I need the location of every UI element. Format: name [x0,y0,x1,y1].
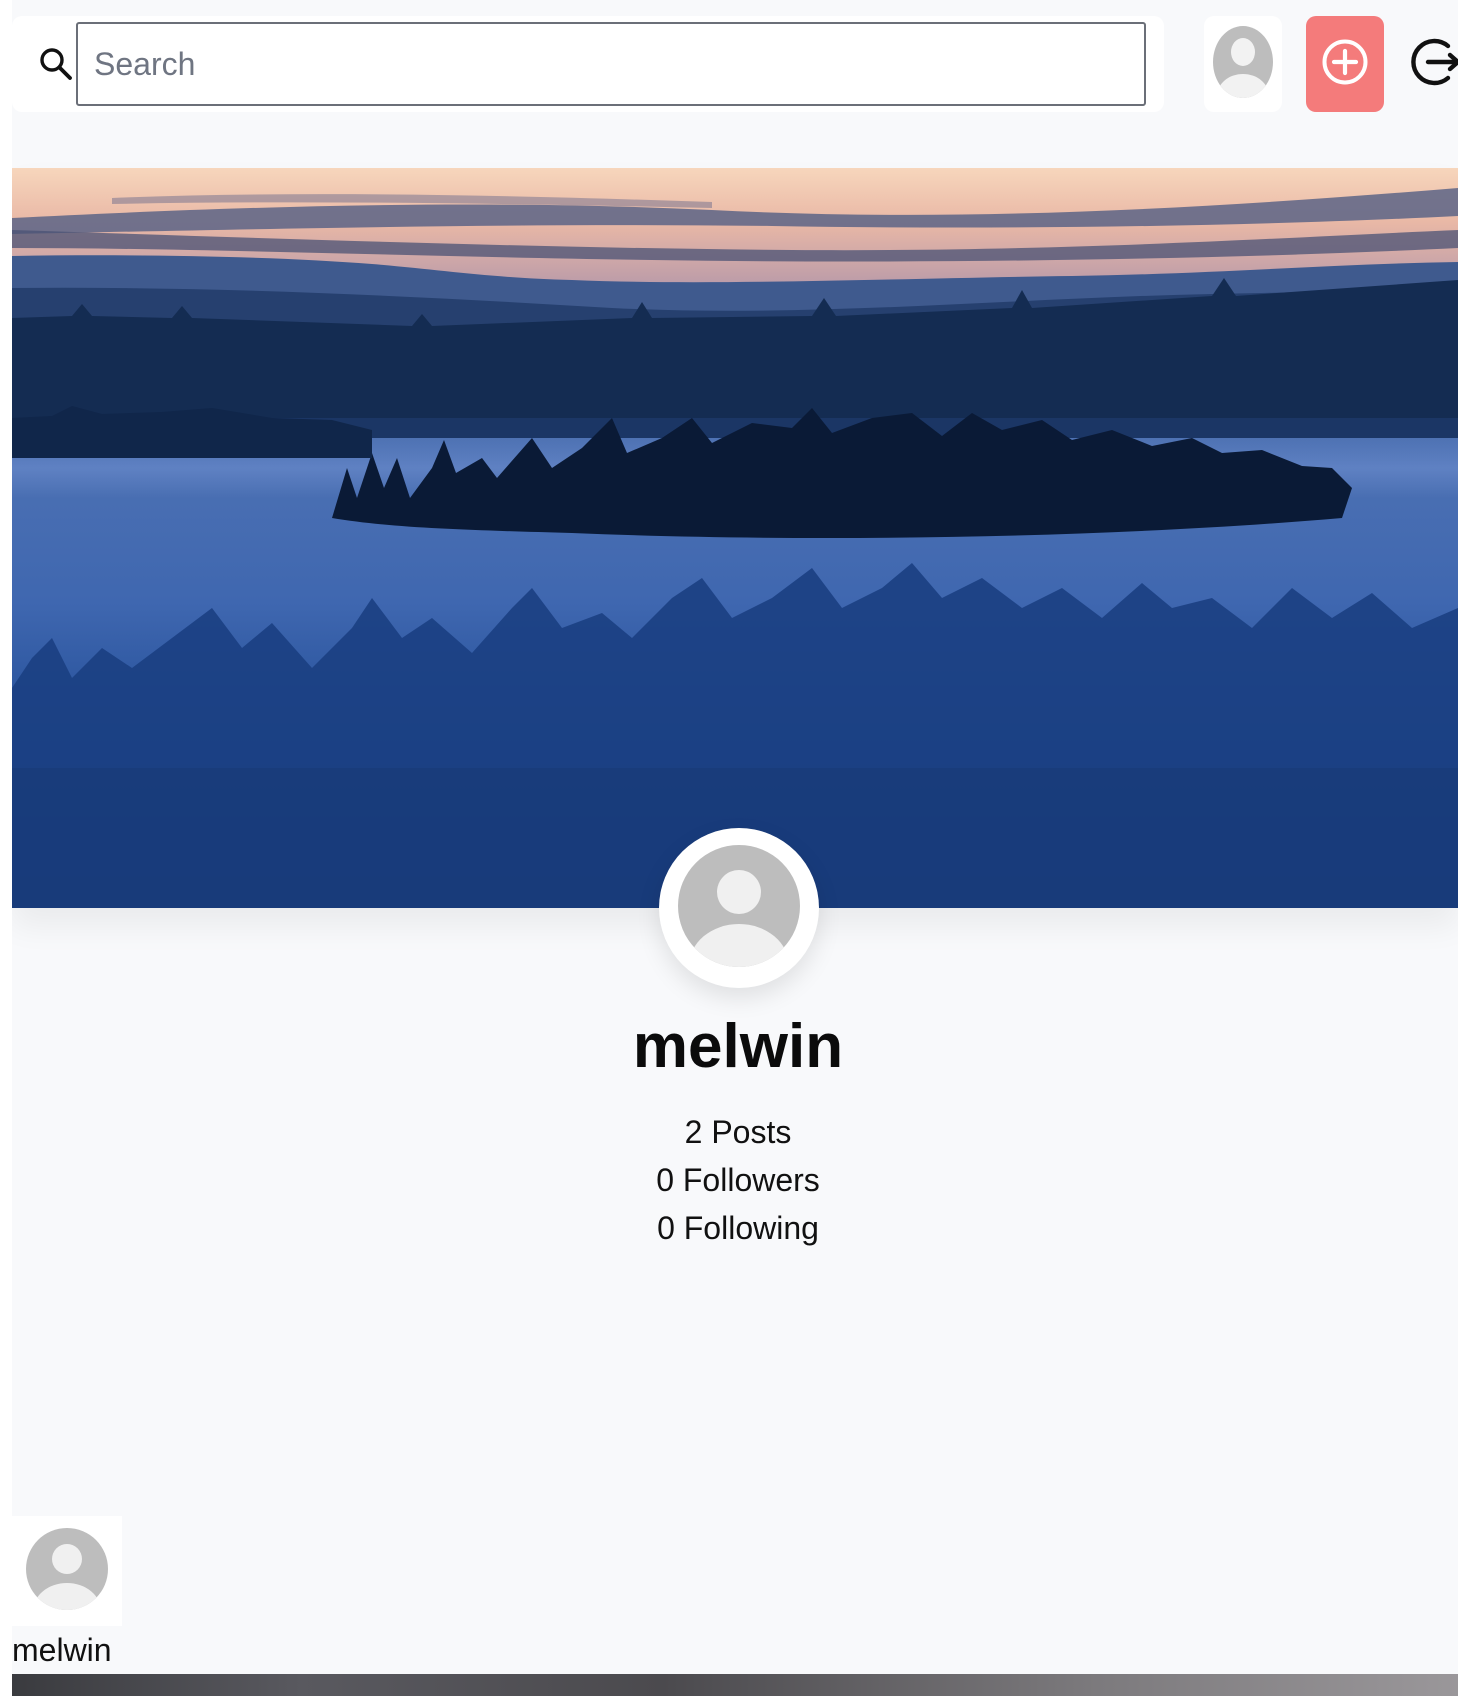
search-icon[interactable] [38,46,74,82]
profile-page: melwin 2 Posts 0 Followers 0 Following m… [12,0,1458,1696]
cover-photo [12,168,1458,908]
following-count[interactable]: 0 Following [12,1208,1458,1248]
search-input[interactable] [76,22,1146,106]
followers-count[interactable]: 0 Followers [12,1160,1458,1200]
user-avatar-icon [25,1527,109,1616]
search-bar [12,16,1164,112]
logout-button[interactable] [1408,16,1458,112]
post-image[interactable] [12,1674,1458,1696]
post-author-avatar[interactable] [12,1516,122,1626]
profile-picture [659,828,819,988]
profile-avatar-button[interactable] [1204,16,1282,112]
post-author-name[interactable]: melwin [12,1630,112,1670]
add-post-button[interactable] [1306,16,1384,112]
posts-count: 2 Posts [684,1114,792,1150]
profile-username: melwin [632,1012,844,1081]
user-avatar-icon [1212,24,1274,105]
logout-icon [1408,35,1458,94]
plus-circle-icon [1321,38,1369,91]
user-avatar-icon [677,844,801,973]
